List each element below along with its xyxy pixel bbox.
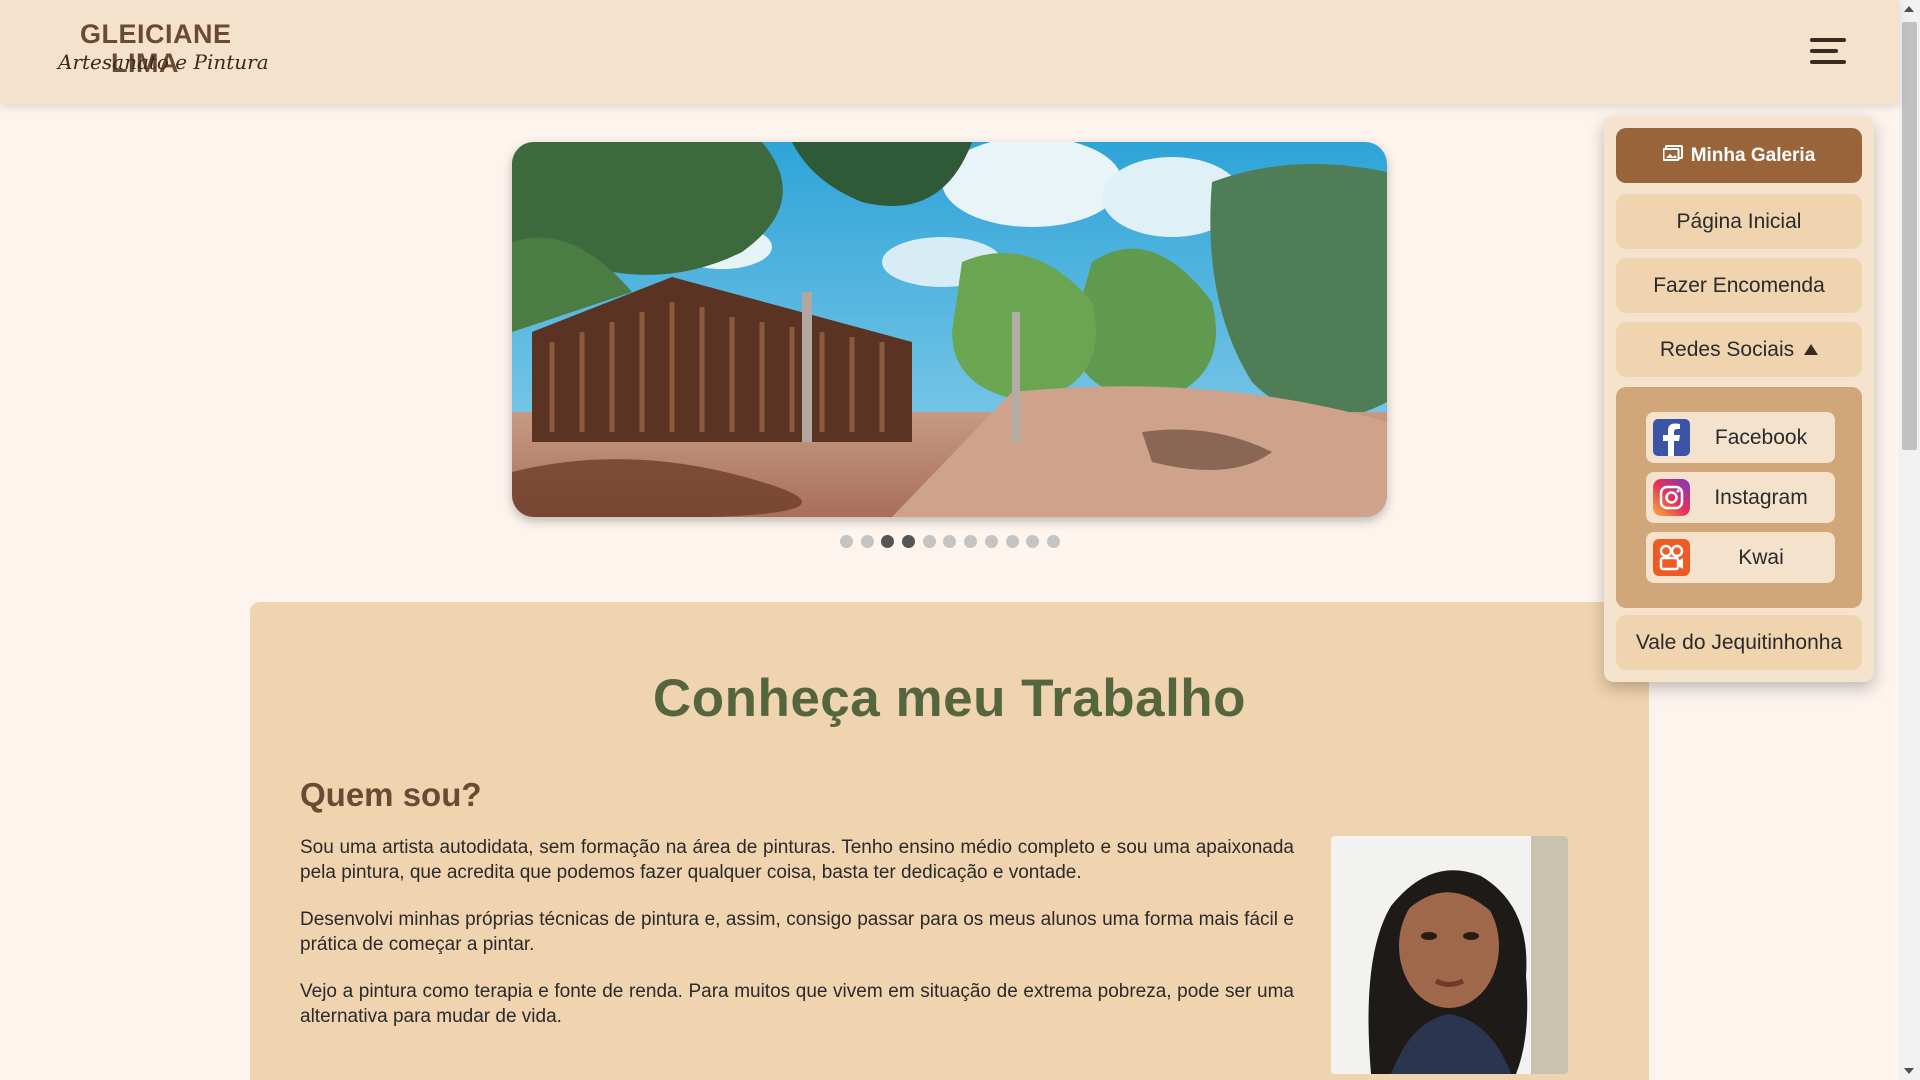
paragraph: Sou uma artista autodidata, sem formação…	[300, 837, 1294, 883]
instagram-label: Instagram	[1714, 486, 1808, 509]
carousel-dot-active[interactable]	[902, 535, 916, 548]
carousel-dot[interactable]	[964, 535, 978, 548]
facebook-label: Facebook	[1714, 426, 1808, 449]
carousel-dot[interactable]	[1026, 535, 1040, 548]
carousel-dot[interactable]	[1046, 535, 1060, 548]
valley-button[interactable]: Vale do Jequitinhonha	[1616, 615, 1862, 670]
kwai-label: Kwai	[1738, 546, 1784, 569]
logo-tagline: Artesanato e Pintura	[58, 50, 269, 74]
caret-up-icon	[1804, 344, 1819, 355]
nav-dropdown-menu: Minha Galeria Página Inicial Fazer Encom…	[1604, 116, 1874, 682]
painting-carousel-image[interactable]	[512, 142, 1387, 517]
scroll-down-arrow-icon[interactable]	[1904, 1068, 1914, 1074]
gallery-button[interactable]: Minha Galeria	[1616, 128, 1862, 183]
about-section: Conheça meu Trabalho Quem sou? Sou uma a…	[250, 602, 1649, 1080]
social-toggle-button[interactable]: Redes Sociais	[1616, 322, 1862, 377]
home-label: Página Inicial	[1676, 209, 1802, 233]
order-label: Fazer Encomenda	[1653, 273, 1825, 297]
about-text: Sou uma artista autodidata, sem formação…	[300, 836, 1294, 1052]
scroll-up-arrow-icon[interactable]	[1904, 6, 1914, 12]
social-links-panel: Facebook Instagram Kwai	[1616, 387, 1862, 608]
gallery-label: Minha Galeria	[1690, 144, 1816, 166]
carousel-dot[interactable]	[860, 535, 874, 548]
valley-label: Vale do Jequitinhonha	[1635, 630, 1843, 654]
section-title: Quem sou?	[300, 776, 482, 813]
artist-portrait-image	[1331, 836, 1568, 1074]
facebook-link[interactable]: Facebook	[1646, 412, 1835, 463]
carousel-dot[interactable]	[1005, 535, 1019, 548]
page-title: Conheça meu Trabalho	[652, 669, 1247, 728]
site-header: GLEICIANE LIMA Artesanato e Pintura	[0, 0, 1899, 104]
social-label: Redes Sociais	[1659, 337, 1795, 361]
hamburger-menu-icon[interactable]	[1808, 38, 1848, 66]
kwai-icon	[1653, 539, 1690, 576]
carousel-dot[interactable]	[922, 535, 936, 548]
instagram-link[interactable]: Instagram	[1646, 472, 1835, 523]
gallery-icon	[1662, 144, 1683, 167]
painting-landscape-image	[512, 142, 1387, 517]
site-logo[interactable]: GLEICIANE LIMA Artesanato e Pintura	[58, 20, 269, 82]
home-button[interactable]: Página Inicial	[1616, 194, 1862, 249]
instagram-icon	[1653, 479, 1690, 516]
paragraph: Desenvolvi minhas próprias técnicas de p…	[300, 909, 1294, 955]
carousel-dots	[840, 535, 1060, 549]
order-button[interactable]: Fazer Encomenda	[1616, 258, 1862, 313]
carousel-dot[interactable]	[840, 535, 853, 548]
facebook-icon	[1653, 419, 1690, 456]
carousel-dot[interactable]	[943, 535, 957, 548]
carousel-dot[interactable]	[984, 535, 998, 548]
scrollbar-thumb[interactable]	[1902, 22, 1917, 450]
page-scrollbar[interactable]	[1899, 0, 1920, 1080]
kwai-link[interactable]: Kwai	[1646, 532, 1835, 583]
carousel-dot-active[interactable]	[881, 535, 895, 548]
paragraph: Vejo a pintura como terapia e fonte de r…	[300, 981, 1294, 1027]
